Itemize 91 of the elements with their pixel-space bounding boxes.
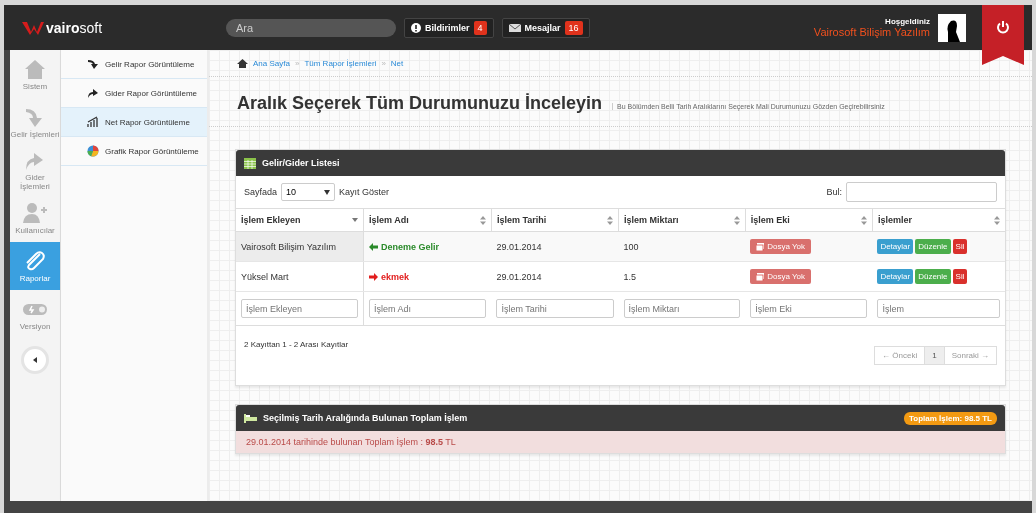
table-cell: 29.01.2014 <box>491 231 619 262</box>
sort-descending-icon <box>352 218 359 222</box>
search-field[interactable]: Ara <box>226 18 396 37</box>
total-badge: Toplam İşlem: 98.5 TL <box>904 411 997 425</box>
submenu-item[interactable]: Net Rapor Görüntüleme <box>61 108 207 137</box>
filter-field[interactable]: İşlem Adı <box>369 299 487 318</box>
logo-icon <box>22 19 44 36</box>
filter-field[interactable]: İşlem Eki <box>750 299 868 318</box>
document-icon <box>756 272 765 281</box>
pagination-button[interactable]: Sonraki → <box>943 346 997 365</box>
breadcrumb-link[interactable]: Tüm Rapor İşlemleri <box>304 58 377 68</box>
find-label: Bul: <box>826 187 842 197</box>
breadcrumb-link[interactable]: Net <box>390 58 404 68</box>
document-icon <box>756 242 765 251</box>
action-button[interactable]: Düzenle <box>915 239 951 254</box>
sidebar-item[interactable]: Gider İşlemleri <box>10 146 60 194</box>
table-cell: 1.5 <box>618 261 746 292</box>
right-arrow-icon <box>369 272 379 281</box>
sidebar-item[interactable]: Versiyon <box>10 290 60 338</box>
sort-icon <box>733 215 740 225</box>
count-badge: 4 <box>473 20 487 35</box>
pagination-button[interactable]: ← Önceki <box>874 346 926 365</box>
envelope-icon <box>508 23 521 32</box>
action-button[interactable]: Düzenle <box>915 269 951 284</box>
breadcrumb-separator: » <box>381 58 386 68</box>
submenu-item[interactable]: Gelir Rapor Görüntüleme <box>61 50 207 79</box>
table-cell: Yüksel Mart <box>236 261 364 292</box>
column-header[interactable]: İşlem Miktarı <box>618 208 746 232</box>
brand-logo: vairosoft <box>46 19 103 36</box>
no-file-button[interactable]: Dosya Yok <box>750 239 811 254</box>
table-cell: 29.01.2014 <box>491 261 619 292</box>
power-icon <box>996 20 1010 34</box>
count-badge: 16 <box>564 20 583 35</box>
pagination-button[interactable]: 1 <box>924 346 945 365</box>
column-header[interactable]: İşlem Ekleyen <box>236 208 364 232</box>
column-header[interactable]: İşlem Adı <box>363 208 492 232</box>
action-button[interactable]: Sil <box>952 239 968 254</box>
action-button[interactable]: Detaylar <box>877 239 914 254</box>
action-button[interactable]: Sil <box>952 269 968 284</box>
filter-field[interactable]: İşlem Miktarı <box>623 299 741 318</box>
find-field[interactable] <box>846 182 997 202</box>
page-size-label: Sayfada <box>244 187 278 197</box>
transaction-name: Deneme Gelir <box>381 241 440 252</box>
panel-title: Seçilmiş Tarih Aralığında Bulunan Toplam İşlem <box>263 413 468 423</box>
sidebar-item[interactable]: Gelir İşlemleri <box>10 98 60 146</box>
breadcrumb-separator: » <box>294 58 300 68</box>
alert-icon <box>411 22 421 33</box>
records-info: 2 Kayıttan 1 - 2 Arası Kayıtlar <box>244 340 349 349</box>
summary-message: 29.01.2014 tarihinde bulunan Toplam İşlem : 98.5 TL <box>246 437 456 447</box>
page-size-select[interactable]: 10 <box>281 183 336 201</box>
no-file-button[interactable]: Dosya Yok <box>750 269 811 284</box>
up-arrow-icon <box>87 87 99 99</box>
user-name[interactable]: Vairosoft Bilişim Yazılım <box>813 26 930 38</box>
sidebar-item[interactable]: Sistem <box>10 50 60 98</box>
sidebar-item[interactable]: Kullanıcılar <box>10 194 60 242</box>
column-header[interactable]: İşlemler <box>872 208 1005 232</box>
logout-button[interactable] <box>982 5 1024 65</box>
dropdown-caret-icon <box>324 189 331 195</box>
sort-icon <box>607 215 614 225</box>
column-header[interactable]: İşlem Tarihi <box>491 208 619 232</box>
left-caret-icon <box>32 357 38 363</box>
submenu-item[interactable]: Grafik Rapor Görüntüleme <box>61 137 207 166</box>
breadcrumb-link[interactable]: Ana Sayfa <box>253 58 290 68</box>
filter-field[interactable]: İşlem Tarihi <box>496 299 614 318</box>
collapse-button[interactable] <box>21 346 49 374</box>
table-cell: 100 <box>618 231 746 262</box>
panel-title: Gelir/Gider Listesi <box>262 158 340 168</box>
table-cell: Vairosoft Bilişim Yazılım <box>236 231 364 262</box>
down-arrow-icon <box>87 58 99 70</box>
avatar-silhouette <box>938 13 966 42</box>
messages-button[interactable]: Mesajlar 16 <box>501 17 590 38</box>
pie-chart-icon <box>87 145 99 157</box>
action-button[interactable]: Detaylar <box>877 269 914 284</box>
transaction-name: ekmek <box>381 271 410 282</box>
page-title: Aralık Seçerek Tüm Durumunuzu İnceleyin <box>237 93 603 114</box>
welcome-text: Hoşgeldiniz <box>885 17 930 26</box>
sort-icon <box>994 215 1000 225</box>
bed-icon <box>244 413 257 423</box>
sort-icon <box>479 215 486 225</box>
table-icon <box>244 157 256 169</box>
home-icon <box>237 58 248 68</box>
column-header[interactable]: İşlem Eki <box>745 208 873 232</box>
add-user-icon <box>22 201 48 224</box>
filter-field[interactable]: İşlem Ekleyen <box>241 299 359 318</box>
notifications-button[interactable]: Bildirimler 4 <box>404 17 494 38</box>
filter-field[interactable]: İşlem <box>877 299 1000 318</box>
sort-icon <box>860 215 867 225</box>
left-arrow-icon <box>369 242 379 251</box>
bar-chart-icon <box>87 116 99 128</box>
page-size-label: Kayıt Göster <box>339 187 390 197</box>
sidebar-item[interactable]: Raporlar <box>10 242 60 290</box>
